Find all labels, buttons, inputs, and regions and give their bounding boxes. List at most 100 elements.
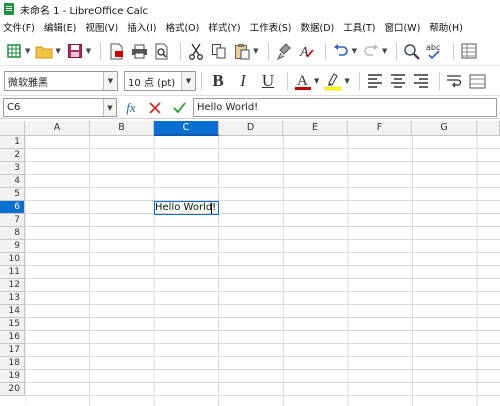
row-header-13[interactable]: 13 bbox=[0, 292, 25, 305]
toolbar-separator bbox=[180, 42, 182, 60]
clone-formatting-icon[interactable] bbox=[274, 41, 294, 61]
row-header-8[interactable]: 8 bbox=[0, 227, 25, 240]
column-header-e[interactable]: E bbox=[283, 121, 348, 136]
column-header-a[interactable]: A bbox=[25, 121, 90, 136]
save-dropdown-icon[interactable]: ▼ bbox=[86, 47, 91, 55]
fx-label: fx bbox=[126, 99, 136, 115]
bold-button[interactable]: B bbox=[207, 70, 229, 92]
column-header-g[interactable]: G bbox=[412, 121, 477, 136]
font-size-dropdown-icon[interactable]: ▼ bbox=[181, 72, 195, 90]
find-replace-icon[interactable] bbox=[402, 41, 422, 61]
row-header-14[interactable]: 14 bbox=[0, 305, 25, 318]
menu-window[interactable]: 窗口(W) bbox=[384, 20, 420, 34]
row-header-5[interactable]: 5 bbox=[0, 188, 25, 201]
function-wizard-icon[interactable]: fx bbox=[121, 98, 141, 117]
underline-button[interactable]: U bbox=[257, 70, 279, 92]
column-header-f[interactable]: F bbox=[348, 121, 412, 136]
font-size-combo[interactable]: 10 点 (pt) ▼ bbox=[124, 71, 196, 91]
new-dropdown-icon[interactable]: ▼ bbox=[25, 47, 30, 55]
open-dropdown-icon[interactable]: ▼ bbox=[55, 47, 60, 55]
align-center-icon[interactable] bbox=[388, 71, 408, 91]
font-name-combo[interactable]: 微软雅黑 ▼ bbox=[4, 71, 118, 91]
calc-app-icon bbox=[4, 3, 14, 15]
row-header-11[interactable]: 11 bbox=[0, 266, 25, 279]
paste-dropdown-icon[interactable]: ▼ bbox=[253, 47, 258, 55]
cut-icon[interactable] bbox=[186, 41, 206, 61]
row-header-17[interactable]: 17 bbox=[0, 344, 25, 357]
row-header-7[interactable]: 7 bbox=[0, 214, 25, 227]
menu-sheet[interactable]: 工作表(S) bbox=[250, 20, 292, 34]
cancel-x-icon[interactable] bbox=[145, 98, 165, 117]
cell-area[interactable] bbox=[25, 136, 500, 406]
toolbar-separator bbox=[453, 42, 455, 60]
undo-icon[interactable] bbox=[331, 41, 351, 61]
menu-styles[interactable]: 样式(Y) bbox=[208, 20, 240, 34]
toolbar-separator bbox=[358, 72, 360, 90]
row-header-10[interactable]: 10 bbox=[0, 253, 25, 266]
column-header-d[interactable]: D bbox=[219, 121, 283, 136]
highlight-color-icon[interactable] bbox=[323, 71, 343, 91]
row-header-16[interactable]: 16 bbox=[0, 331, 25, 344]
menu-data[interactable]: 数据(D) bbox=[301, 20, 335, 34]
row-header-2[interactable]: 2 bbox=[0, 149, 25, 162]
wrap-text-icon[interactable] bbox=[445, 71, 465, 91]
text-cursor bbox=[211, 203, 212, 214]
align-left-icon[interactable] bbox=[365, 71, 385, 91]
formula-input[interactable]: Hello World! bbox=[193, 98, 497, 117]
toolbar-separator bbox=[438, 72, 440, 90]
export-pdf-icon[interactable] bbox=[106, 41, 126, 61]
redo-icon[interactable] bbox=[361, 41, 381, 61]
window-title: 未命名 1 - LibreOffice Calc bbox=[20, 5, 149, 17]
clear-formatting-icon[interactable]: A bbox=[297, 41, 317, 61]
font-name-value: 微软雅黑 bbox=[8, 77, 48, 89]
column-header-c[interactable]: C bbox=[154, 121, 219, 136]
paste-icon[interactable] bbox=[232, 41, 252, 61]
font-color-dropdown-icon[interactable]: ▼ bbox=[314, 77, 319, 85]
copy-icon[interactable] bbox=[209, 41, 229, 61]
save-icon[interactable] bbox=[65, 41, 85, 61]
merge-cells-icon[interactable] bbox=[468, 71, 488, 91]
formula-bar: C6 ▼ fx Hello World! bbox=[0, 97, 500, 119]
spreadsheet-grid: A B C D E F G 1 2 3 4 5 6 7 8 9 10 11 12… bbox=[0, 121, 500, 406]
spelling-icon[interactable]: abc bbox=[425, 41, 445, 61]
row-header-1[interactable]: 1 bbox=[0, 136, 25, 149]
redo-dropdown-icon[interactable]: ▼ bbox=[382, 47, 387, 55]
row-header-19[interactable]: 19 bbox=[0, 370, 25, 383]
name-box[interactable]: C6 ▼ bbox=[3, 98, 117, 117]
undo-dropdown-icon[interactable]: ▼ bbox=[352, 47, 357, 55]
font-color-icon[interactable]: A bbox=[293, 71, 313, 91]
print-preview-icon[interactable] bbox=[152, 41, 172, 61]
menu-help[interactable]: 帮助(H) bbox=[429, 20, 463, 34]
row-header-3[interactable]: 3 bbox=[0, 162, 25, 175]
italic-button[interactable]: I bbox=[232, 70, 254, 92]
align-right-icon[interactable] bbox=[411, 71, 431, 91]
accept-check-icon[interactable] bbox=[169, 98, 189, 117]
column-header-partial[interactable] bbox=[477, 121, 500, 136]
row-grid-icon[interactable] bbox=[459, 41, 479, 61]
row-header-12[interactable]: 12 bbox=[0, 279, 25, 292]
row-header-20[interactable]: 20 bbox=[0, 383, 25, 396]
row-header-15[interactable]: 15 bbox=[0, 318, 25, 331]
font-name-dropdown-icon[interactable]: ▼ bbox=[103, 72, 117, 90]
select-all-corner[interactable] bbox=[0, 121, 25, 136]
row-header-9[interactable]: 9 bbox=[0, 240, 25, 253]
highlight-dropdown-icon[interactable]: ▼ bbox=[344, 77, 349, 85]
menu-edit[interactable]: 编辑(E) bbox=[44, 20, 76, 34]
row-header-6[interactable]: 6 bbox=[0, 201, 25, 214]
row-header-4[interactable]: 4 bbox=[0, 175, 25, 188]
menu-insert[interactable]: 插入(I) bbox=[127, 20, 156, 34]
toolbar-separator bbox=[324, 42, 326, 60]
menu-tools[interactable]: 工具(T) bbox=[343, 20, 375, 34]
menu-format[interactable]: 格式(O) bbox=[165, 20, 199, 34]
svg-text:A: A bbox=[297, 73, 308, 89]
toolbar-separator bbox=[100, 42, 102, 60]
new-spreadsheet-icon[interactable] bbox=[4, 41, 24, 61]
print-icon[interactable] bbox=[129, 41, 149, 61]
open-folder-icon[interactable] bbox=[34, 41, 54, 61]
menu-file[interactable]: 文件(F) bbox=[3, 20, 35, 34]
name-box-dropdown-icon[interactable]: ▼ bbox=[103, 99, 116, 116]
column-header-b[interactable]: B bbox=[90, 121, 154, 136]
menu-view[interactable]: 视图(V) bbox=[85, 20, 118, 34]
row-header-18[interactable]: 18 bbox=[0, 357, 25, 370]
font-size-value: 10 点 (pt) bbox=[128, 77, 176, 89]
